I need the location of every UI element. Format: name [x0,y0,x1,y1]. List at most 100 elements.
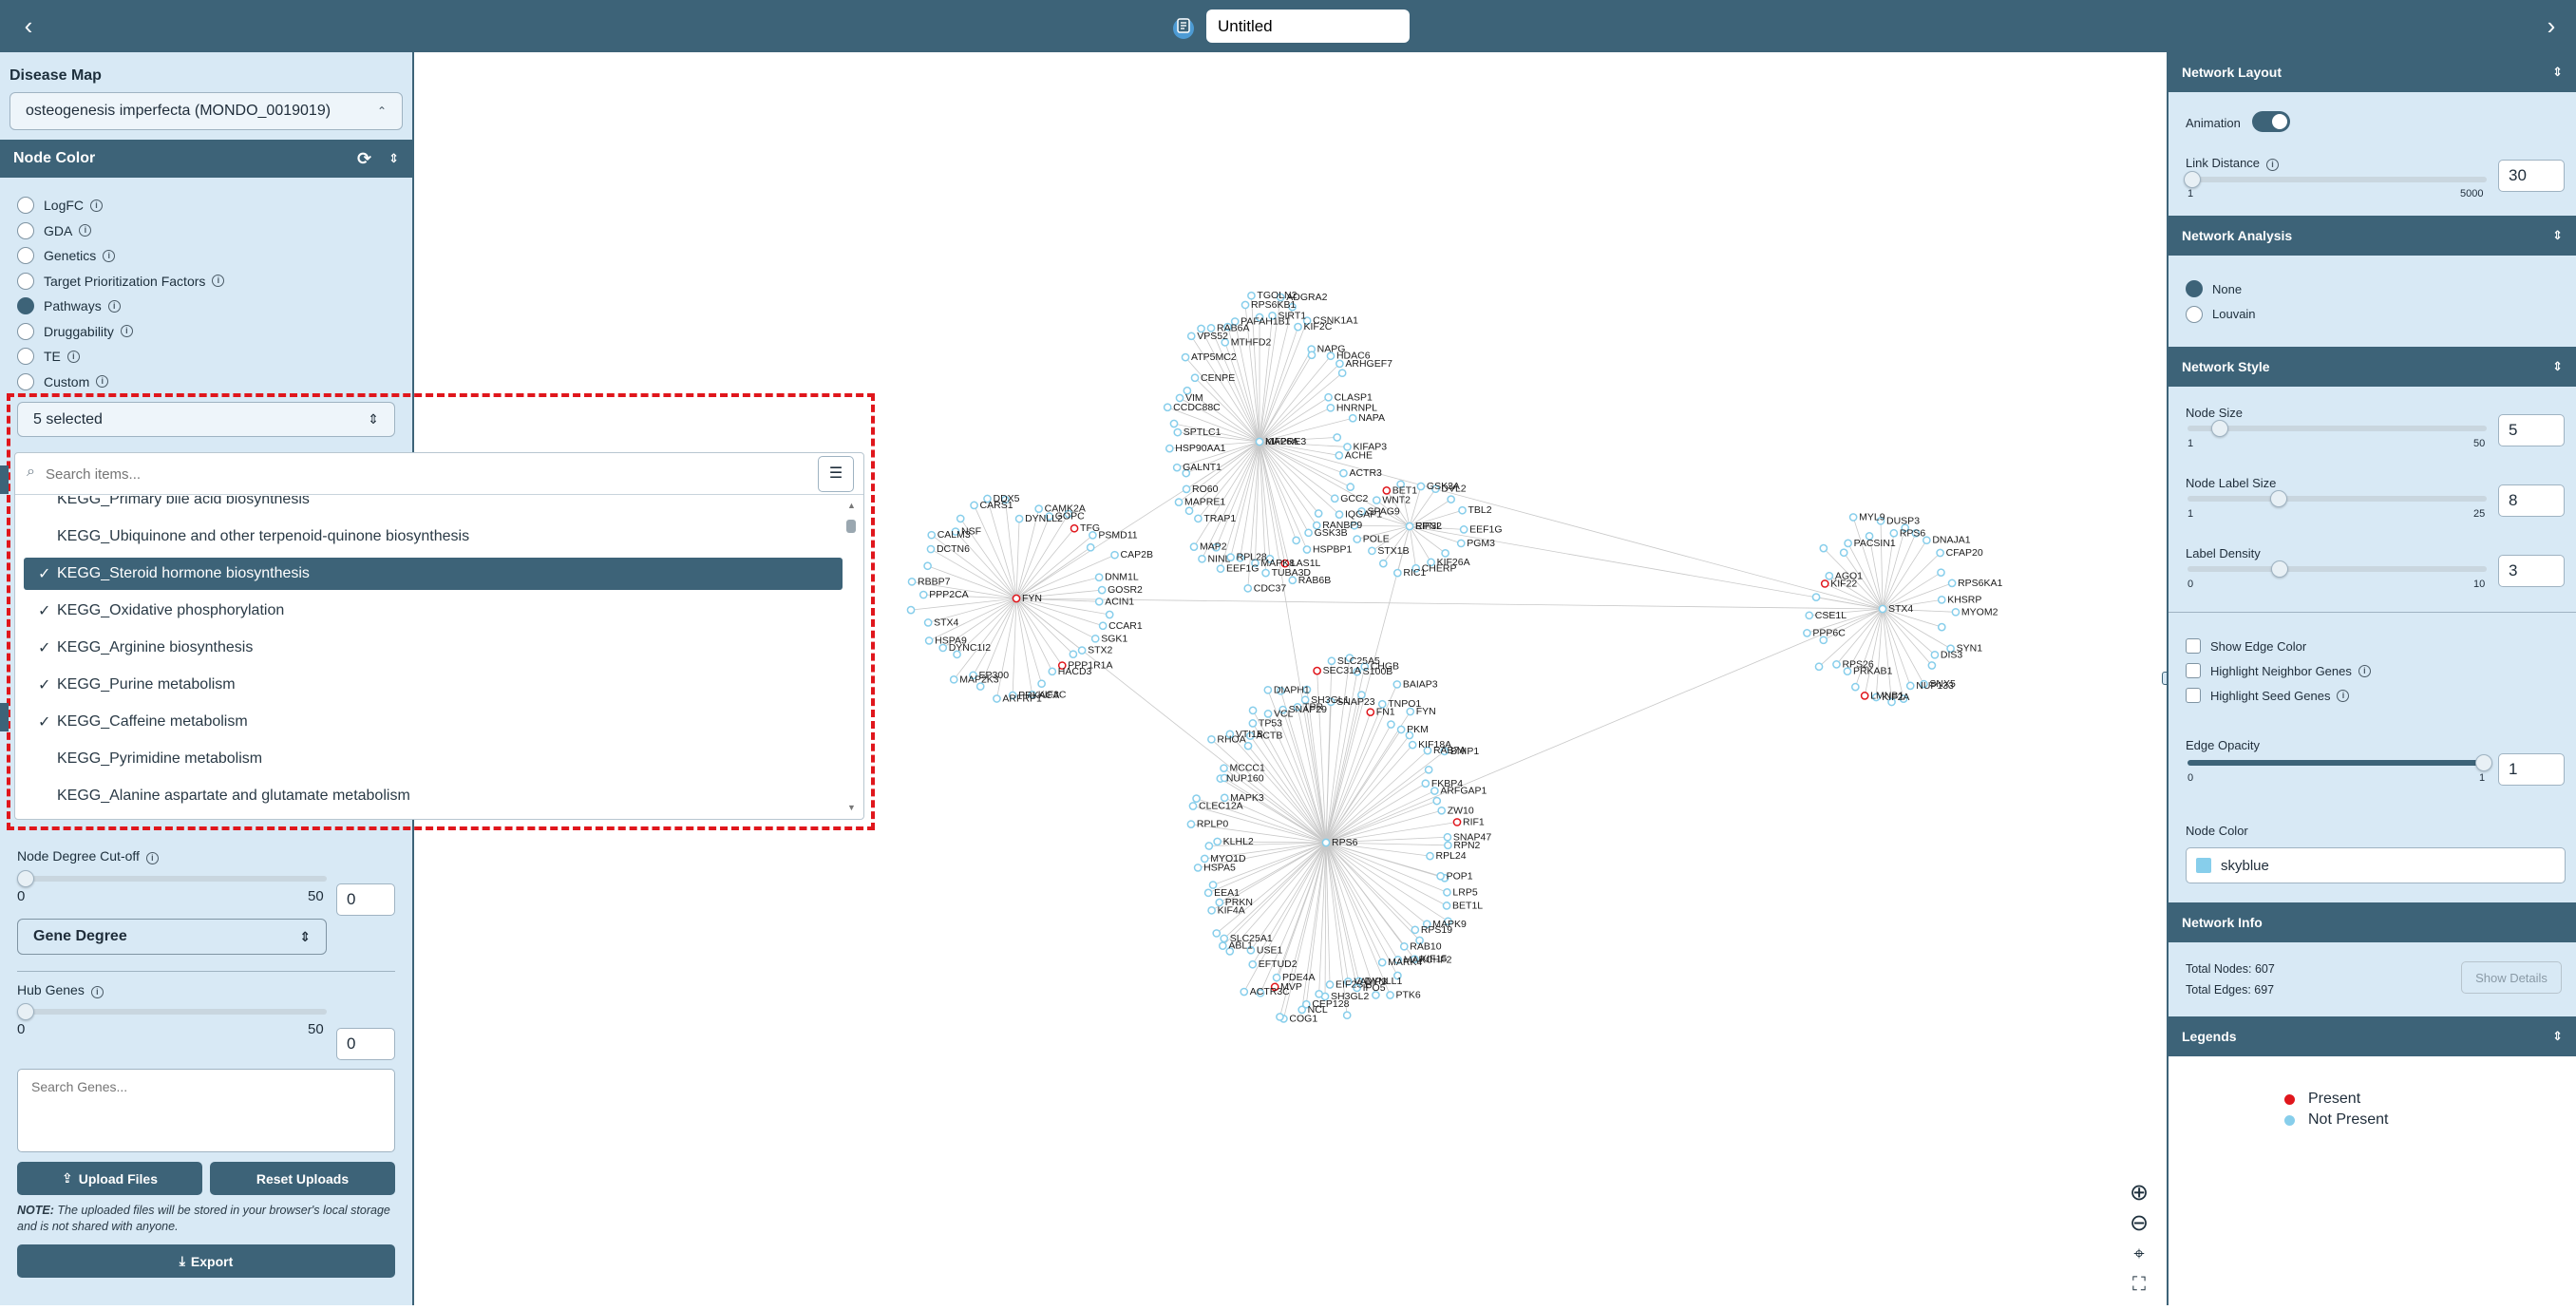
node-color-header[interactable]: Node Color ⟳ ⇕ [0,140,412,178]
collapse-right-icon[interactable]: › [2538,13,2565,40]
graph-node[interactable] [1458,540,1465,546]
graph-node[interactable] [1308,351,1315,358]
radio-button[interactable] [17,373,34,390]
graph-node-present[interactable] [1314,668,1320,674]
graph-node[interactable] [1100,622,1107,629]
graph-node[interactable] [1175,499,1182,505]
graph-node[interactable] [1459,507,1466,514]
graph-node[interactable] [1325,394,1332,401]
left-edge-tab[interactable] [0,703,9,731]
graph-node[interactable] [1182,354,1188,361]
graph-node[interactable] [1461,526,1468,533]
graph-node[interactable] [1406,522,1412,529]
graph-node[interactable] [1907,682,1914,689]
graph-node[interactable] [1249,707,1256,713]
graph-node-present[interactable] [1453,819,1460,826]
graph-node[interactable] [1820,545,1827,552]
edge-opacity-slider[interactable] [2188,760,2487,766]
graph-node[interactable] [1328,657,1335,664]
graph-node[interactable] [1262,570,1269,577]
dropdown-search-input[interactable] [46,463,824,485]
graph-node[interactable] [926,637,933,644]
node-degree-thumb[interactable] [17,870,34,887]
graph-node-present[interactable] [1013,595,1019,601]
graph-node[interactable] [1806,612,1812,618]
graph-node[interactable] [1249,961,1256,968]
node-size-slider[interactable] [2188,426,2487,431]
checkbox[interactable] [2186,663,2201,678]
graph-node[interactable] [1332,495,1338,502]
node-color-option[interactable]: Geneticsi [17,243,224,269]
graph-node[interactable] [1448,496,1454,503]
info-icon[interactable]: i [90,199,103,212]
graph-node[interactable] [1199,556,1205,562]
graph-node[interactable] [1248,293,1255,299]
network-layout-header[interactable]: Network Layout⇕ [2169,52,2576,92]
graph-node[interactable] [1354,536,1360,542]
graph-node[interactable] [1322,839,1329,845]
graph-node[interactable] [1437,873,1444,880]
collapse-icon[interactable]: ⇕ [2552,1029,2563,1044]
graph-node[interactable] [1187,821,1194,827]
left-edge-tab[interactable] [0,465,9,494]
pathway-option[interactable]: ✓KEGG_Purine metabolism [24,669,843,701]
graph-node[interactable] [994,695,1000,702]
graph-node[interactable] [1380,560,1387,567]
node-color-option[interactable]: Pathwaysi [17,294,224,319]
link-distance-input[interactable]: 30 [2498,160,2565,192]
graph-node[interactable] [1264,711,1271,717]
style-checkbox-row[interactable]: Show Edge Color [2186,634,2371,658]
graph-node[interactable] [1070,651,1076,657]
radio-button[interactable] [2186,280,2203,297]
info-icon[interactable]: i [96,375,108,388]
graph-node[interactable] [1879,605,1885,612]
graph-node[interactable] [1176,394,1183,401]
graph-node[interactable] [908,579,915,585]
graph-node[interactable] [1442,550,1449,557]
graph-node[interactable] [1841,549,1847,556]
graph-node[interactable] [1273,974,1279,980]
scroll-up-icon[interactable]: ▲ [847,501,856,510]
radio-button[interactable] [17,273,34,290]
collapse-icon[interactable]: ⇕ [2552,359,2563,374]
upload-files-button[interactable]: ⇪Upload Files [17,1162,202,1195]
graph-node[interactable] [1427,853,1433,860]
graph-node[interactable] [1208,907,1215,914]
graph-node[interactable] [1833,661,1840,668]
network-title-input[interactable] [1206,9,1410,43]
radio-button[interactable] [17,197,34,214]
node-color-option[interactable]: GDAi [17,218,224,244]
graph-node[interactable] [1205,889,1212,896]
graph-node[interactable] [1205,843,1212,849]
label-density-slider[interactable] [2188,566,2487,572]
graph-node[interactable] [1092,636,1099,642]
link-distance-thumb[interactable] [2184,171,2201,188]
graph-node[interactable] [1035,505,1042,512]
graph-node[interactable] [1185,507,1192,514]
label-size-input[interactable]: 8 [2498,484,2565,517]
search-genes-textarea[interactable] [17,1069,395,1152]
info-icon[interactable]: i [2337,690,2349,702]
graph-node[interactable] [1952,609,1959,616]
refresh-icon[interactable]: ⟳ [357,149,371,169]
fit-view-icon[interactable]: ⌖ [2124,1239,2154,1269]
node-color-option[interactable]: Customi [17,370,224,395]
graph-node[interactable] [1815,663,1822,670]
legends-header[interactable]: Legends⇕ [2169,1016,2576,1056]
graph-node[interactable] [1438,807,1445,814]
pathway-option[interactable]: ✓KEGG_Caffeine metabolism [24,706,843,738]
radio-button[interactable] [17,348,34,365]
graph-node[interactable] [1217,565,1223,572]
graph-node[interactable] [951,676,957,683]
graph-node[interactable] [1078,647,1085,654]
graph-node[interactable] [1394,570,1401,577]
select-all-icon[interactable]: ☰ [818,456,854,492]
network-analysis-header[interactable]: Network Analysis⇕ [2169,216,2576,256]
style-checkbox-row[interactable]: Highlight Neighbor Genesi [2186,658,2371,683]
label-size-slider[interactable] [2188,496,2487,502]
graph-node[interactable] [927,545,934,552]
graph-node[interactable] [1347,484,1354,490]
graph-node[interactable] [1948,579,1955,586]
node-size-thumb[interactable] [2211,420,2228,437]
graph-node[interactable] [924,562,931,569]
